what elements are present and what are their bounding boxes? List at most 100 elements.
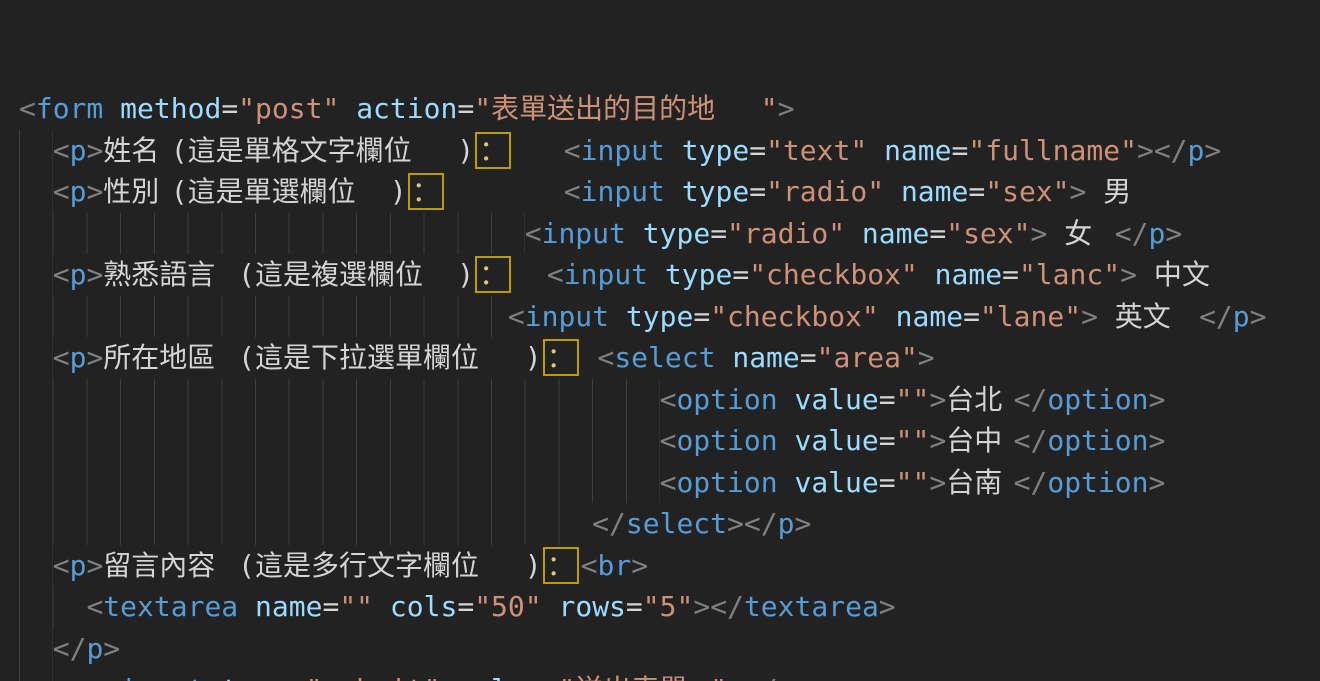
string-token: "" [896, 383, 930, 416]
punctuation-token: > [1149, 466, 1166, 499]
tag-token: p [70, 549, 87, 582]
punctuation-token: </ [1014, 424, 1048, 457]
cjk-text-token: 女 [1064, 213, 1098, 255]
punctuation-token: < [564, 134, 581, 167]
attribute-token: name [255, 590, 322, 623]
punctuation-token: </ [1014, 466, 1048, 499]
code-line: <textarea name="" cols="50" rows="5"></t… [19, 586, 1320, 628]
cjk-text-token: 這是單選欄位 [188, 171, 390, 213]
code-line: <option value="">台南</option> [19, 462, 1320, 504]
punctuation-token: > [879, 590, 896, 623]
text-token: ( [238, 341, 255, 374]
punctuation-token: > [103, 632, 120, 665]
code-line: </p> [19, 628, 1320, 670]
punctuation-token: < [19, 92, 36, 125]
tag-token: input [564, 258, 648, 291]
tag-token: p [1149, 217, 1166, 250]
spacer [513, 258, 547, 291]
code-line: <option value="">台中</option> [19, 420, 1320, 462]
code-line: <p>姓名(這是單格文字欄位)： <input type="text" name… [19, 130, 1320, 172]
punctuation-token: > [727, 507, 744, 540]
punctuation-token: > [929, 466, 946, 499]
punctuation-token: < [103, 673, 120, 681]
punctuation-token: </ [592, 507, 626, 540]
spacer [867, 134, 884, 167]
punctuation-token: < [53, 549, 70, 582]
attribute-token: type [221, 673, 288, 681]
equals-token: = [732, 258, 749, 291]
punctuation-token: < [525, 217, 542, 250]
spacer [918, 258, 935, 291]
spacer [339, 92, 356, 125]
punctuation-token: > [1250, 300, 1267, 333]
equals-token: = [221, 92, 238, 125]
equals-token: = [879, 466, 896, 499]
string-token: "5" [643, 590, 694, 623]
spacer [884, 175, 901, 208]
string-token: "lanc" [1019, 258, 1120, 291]
unicode-highlighted-colon: ： [475, 256, 511, 293]
punctuation-token: > [1081, 300, 1098, 333]
text-token: ) [457, 258, 474, 291]
text-token: ( [171, 134, 188, 167]
attribute-token: method [120, 92, 221, 125]
tag-token: p [70, 673, 87, 681]
spacer [373, 590, 390, 623]
attribute-token: value [794, 466, 878, 499]
tag-token: input [581, 134, 665, 167]
punctuation-token: < [53, 175, 70, 208]
code-line: <p><input type="submit" value="送出表單"></p… [19, 669, 1320, 681]
tag-token: input [581, 175, 665, 208]
punctuation-token: < [581, 549, 598, 582]
code-line: <input type="checkbox" name="lane"> 英文 <… [19, 296, 1320, 338]
cjk-text-token: 這是單格文字欄位 [188, 130, 458, 172]
tag-token: p [1188, 134, 1205, 167]
punctuation-token: > [86, 341, 103, 374]
code-line: <form method="post" action="表單送出的目的地"> [19, 88, 1320, 130]
equals-token: = [457, 92, 474, 125]
unicode-highlighted-colon: ： [543, 547, 579, 584]
punctuation-token: > [1165, 217, 1182, 250]
string-token: "" [896, 424, 930, 457]
string-token: " [710, 673, 727, 681]
string-token: " [558, 673, 575, 681]
punctuation-token: < [660, 383, 677, 416]
tag-token: option [676, 383, 777, 416]
spacer [879, 300, 896, 333]
spacer [440, 673, 457, 681]
indent-whitespace [19, 420, 660, 462]
spacer [103, 92, 120, 125]
text-token: ( [238, 258, 255, 291]
tag-token: textarea [103, 590, 238, 623]
punctuation-token: > [693, 590, 710, 623]
punctuation-token: > [86, 175, 103, 208]
string-token: "sex" [985, 175, 1069, 208]
code-line: </select></p> [19, 503, 1320, 545]
cjk-text-token: 台北 [946, 379, 1013, 421]
tag-token: p [70, 175, 87, 208]
spacer [1137, 258, 1154, 291]
code-editor[interactable]: <form method="post" action="表單送出的目的地"> <… [0, 0, 1320, 681]
equals-token: = [626, 590, 643, 623]
punctuation-token: > [795, 673, 812, 681]
punctuation-token: </ [1154, 134, 1188, 167]
indent-whitespace [19, 379, 660, 421]
attribute-token: name [901, 175, 968, 208]
punctuation-token: < [547, 258, 564, 291]
punctuation-token: > [929, 383, 946, 416]
equals-token: = [1002, 258, 1019, 291]
string-token: " [761, 92, 778, 125]
cjk-text-token: 這是複選欄位 [255, 254, 457, 296]
punctuation-token: < [508, 300, 525, 333]
code-line: <option value="">台北</option> [19, 379, 1320, 421]
tag-token: option [1047, 424, 1148, 457]
tag-token: input [120, 673, 204, 681]
punctuation-token: > [794, 507, 811, 540]
spacer [626, 217, 643, 250]
punctuation-token: < [86, 590, 103, 623]
string-token: "lane" [980, 300, 1081, 333]
spacer [715, 341, 732, 374]
equals-token: = [710, 217, 727, 250]
spacer [778, 424, 795, 457]
cjk-string-token: 表單送出的目的地 [491, 88, 761, 130]
